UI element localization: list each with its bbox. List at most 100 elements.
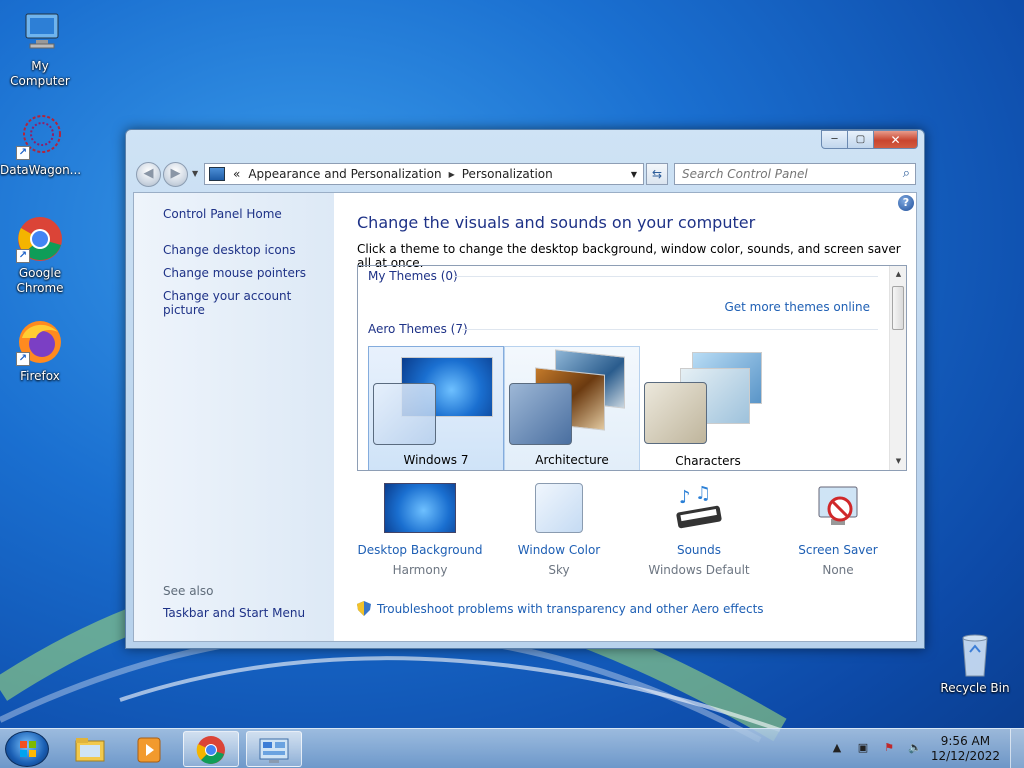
desktop-icon-datawagon[interactable]: ↗ DataWagon... xyxy=(0,112,82,178)
my-themes-header[interactable]: My Themes (0) xyxy=(368,269,458,283)
taskbar-explorer-button[interactable] xyxy=(62,731,118,767)
desktop-icon-my-computer[interactable]: My Computer xyxy=(0,8,80,89)
breadcrumb-personalization[interactable]: Personalization xyxy=(458,167,557,181)
chrome-icon: ↗ xyxy=(16,215,64,263)
desktop-background-option[interactable]: Desktop Background Harmony xyxy=(350,483,490,577)
close-button[interactable]: ✕ xyxy=(874,130,918,149)
scroll-up-icon[interactable]: ▲ xyxy=(890,266,906,283)
change-mouse-pointers-link[interactable]: Change mouse pointers xyxy=(163,266,306,280)
option-value: None xyxy=(822,563,854,577)
left-pane: Control Panel Home Change desktop icons … xyxy=(134,193,334,641)
forward-button[interactable]: ▶ xyxy=(163,162,188,187)
show-desktop-button[interactable] xyxy=(1010,729,1024,768)
desktop-icon-label: My Computer xyxy=(10,59,70,88)
get-more-themes-link[interactable]: Get more themes online xyxy=(724,300,870,314)
aero-themes-header[interactable]: Aero Themes (7) xyxy=(368,322,468,336)
navigation-bar: ◀ ▶ ▼ « Appearance and Personalization ▶… xyxy=(134,161,916,187)
main-pane: ? Change the visuals and sounds on your … xyxy=(334,193,916,641)
taskbar-control-panel-button[interactable] xyxy=(246,731,302,767)
theme-list: My Themes (0) Get more themes online Aer… xyxy=(357,265,907,471)
search-input[interactable] xyxy=(675,164,885,184)
window-color-option[interactable]: Window Color Sky xyxy=(489,483,629,577)
taskbar-start-menu-link[interactable]: Taskbar and Start Menu xyxy=(163,606,305,620)
window-content: Control Panel Home Change desktop icons … xyxy=(133,192,917,642)
recycle-bin-icon xyxy=(951,630,999,678)
taskbar-media-player-button[interactable] xyxy=(122,731,178,767)
option-label: Window Color xyxy=(517,543,601,557)
svg-text:♪: ♪ xyxy=(679,487,691,508)
refresh-button[interactable]: ⇆ xyxy=(646,163,668,185)
help-icon[interactable]: ? xyxy=(898,195,914,211)
sounds-option[interactable]: ♪ ♫ Sounds Windows Default xyxy=(629,483,769,577)
theme-architecture[interactable]: Architecture xyxy=(504,346,640,470)
theme-color-swatch xyxy=(509,383,572,445)
search-icon[interactable]: ⌕ xyxy=(903,166,910,181)
address-dropdown-icon[interactable]: ▼ xyxy=(631,170,637,179)
theme-color-swatch xyxy=(644,382,707,444)
breadcrumb-separator-icon[interactable]: ▶ xyxy=(446,170,458,179)
desktop-background-icon xyxy=(384,483,456,533)
scroll-thumb[interactable] xyxy=(892,286,904,330)
theme-name: Windows 7 xyxy=(403,453,469,467)
search-box: ⌕ xyxy=(674,163,916,185)
tray-expand-icon[interactable]: ▲ xyxy=(828,741,846,757)
clock[interactable]: 9:56 AM 12/12/2022 xyxy=(931,734,1000,764)
theme-color-swatch xyxy=(373,383,436,445)
address-bar[interactable]: « Appearance and Personalization ▶ Perso… xyxy=(204,163,644,185)
volume-icon[interactable]: 🔈 xyxy=(906,741,924,757)
troubleshoot-link[interactable]: Troubleshoot problems with transparency … xyxy=(357,601,764,616)
theme-name: Characters xyxy=(675,454,741,468)
change-account-picture-link[interactable]: Change your account picture xyxy=(163,289,334,317)
see-also-label: See also xyxy=(163,584,214,598)
control-panel-icon xyxy=(209,167,225,181)
network-icon[interactable]: ▣ xyxy=(854,741,872,757)
desktop-icon-label: DataWagon... xyxy=(0,163,82,177)
change-desktop-icons-link[interactable]: Change desktop icons xyxy=(163,243,296,257)
screen-saver-icon xyxy=(813,483,863,533)
desktop-icon-label: Recycle Bin xyxy=(940,681,1010,695)
breadcrumb-overflow[interactable]: « xyxy=(229,167,244,181)
group-divider xyxy=(462,329,878,330)
system-tray: ▲ ▣ ⚑ 🔈 xyxy=(824,729,928,768)
action-center-flag-icon[interactable]: ⚑ xyxy=(880,741,898,757)
shield-icon xyxy=(357,601,371,616)
taskbar-chrome-button[interactable] xyxy=(183,731,239,767)
svg-text:♫: ♫ xyxy=(695,483,711,504)
sounds-icon: ♪ ♫ xyxy=(673,483,725,533)
window-controls: ─ ▢ ✕ xyxy=(821,130,918,149)
control-panel-home-link[interactable]: Control Panel Home xyxy=(163,207,282,221)
desktop-icon-chrome[interactable]: ↗ Google Chrome xyxy=(0,215,80,296)
theme-windows-7[interactable]: Windows 7 xyxy=(368,346,504,470)
theme-name: Architecture xyxy=(535,453,609,467)
maximize-button[interactable]: ▢ xyxy=(848,130,874,149)
taskbar: ▲ ▣ ⚑ 🔈 9:56 AM 12/12/2022 xyxy=(0,728,1024,768)
control-panel-icon xyxy=(259,738,289,763)
option-value: Windows Default xyxy=(648,563,750,577)
scroll-down-icon[interactable]: ▼ xyxy=(890,453,906,470)
desktop-icon-firefox[interactable]: ↗ Firefox xyxy=(0,318,80,384)
windows-logo-icon xyxy=(20,741,36,757)
screen-saver-option[interactable]: Screen Saver None xyxy=(768,483,908,577)
datawagon-icon: ↗ xyxy=(16,112,64,160)
computer-icon xyxy=(16,8,64,56)
minimize-button[interactable]: ─ xyxy=(821,130,848,149)
desktop-icon-label: Google Chrome xyxy=(16,266,64,295)
desktop-icon-recycle-bin[interactable]: Recycle Bin xyxy=(935,630,1015,696)
media-player-icon xyxy=(137,737,161,763)
start-button[interactable] xyxy=(5,731,49,767)
shortcut-arrow-icon: ↗ xyxy=(16,146,30,160)
personalization-window: ─ ▢ ✕ ◀ ▶ ▼ « Appearance and Personaliza… xyxy=(125,129,925,649)
clock-date: 12/12/2022 xyxy=(930,749,1000,763)
option-value: Sky xyxy=(548,563,570,577)
theme-characters[interactable]: Characters xyxy=(640,346,776,470)
window-color-icon xyxy=(535,483,583,533)
option-label: Sounds xyxy=(676,543,722,557)
breadcrumb-appearance[interactable]: Appearance and Personalization xyxy=(244,167,445,181)
recent-pages-dropdown[interactable]: ▼ xyxy=(192,169,198,178)
option-label: Screen Saver xyxy=(798,543,878,557)
chrome-icon xyxy=(196,736,225,764)
back-button[interactable]: ◀ xyxy=(136,162,161,187)
option-value: Harmony xyxy=(392,563,448,577)
desktop-icon-label: Firefox xyxy=(20,369,60,383)
theme-list-scrollbar[interactable]: ▲ ▼ xyxy=(889,266,906,470)
